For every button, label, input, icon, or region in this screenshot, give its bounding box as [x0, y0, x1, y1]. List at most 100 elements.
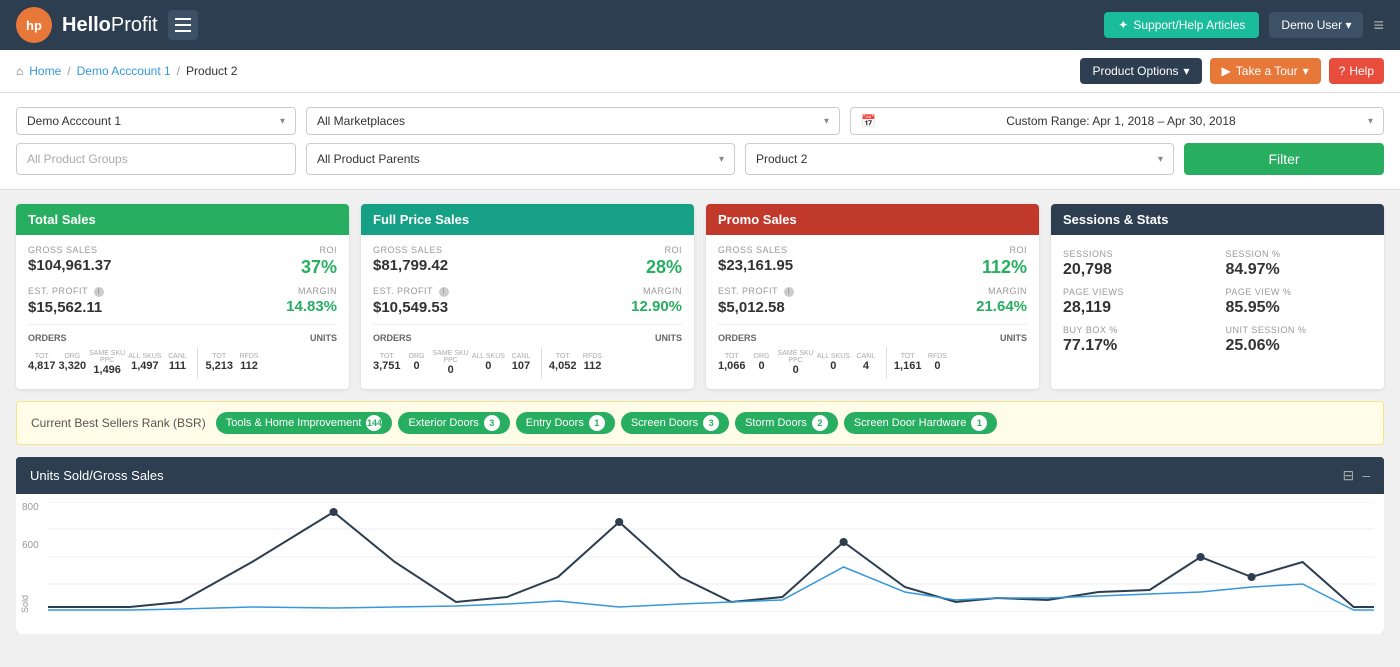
- total-sales-card: Total Sales GROSS SALES $104,961.37 ROI …: [16, 204, 349, 389]
- more-menu-icon[interactable]: ≡: [1373, 15, 1384, 36]
- account-select[interactable]: Demo Acccount 1 ▾: [16, 107, 296, 135]
- total-sales-row-2: EST. PROFIT i $15,562.11 MARGIN 14.83%: [28, 286, 337, 316]
- chevron-down-icon: ▾: [1303, 64, 1309, 78]
- filter-row-2: All Product Groups All Product Parents ▾…: [16, 143, 1384, 175]
- product-options-button[interactable]: Product Options ▾: [1080, 58, 1201, 84]
- total-sales-header: Total Sales: [16, 204, 349, 235]
- sessions-header: Sessions & Stats: [1051, 204, 1384, 235]
- breadcrumb-bar: ⌂ Home / Demo Acccount 1 / Product 2 Pro…: [0, 50, 1400, 93]
- bsr-tag-screen: Screen Doors 3: [621, 412, 729, 434]
- vertical-divider: [197, 347, 198, 379]
- full-price-sales-header: Full Price Sales: [361, 204, 694, 235]
- info-icon: i: [439, 287, 449, 297]
- info-icon: i: [94, 287, 104, 297]
- roi-label: ROI: [183, 245, 338, 255]
- y-axis-600: 600: [22, 540, 39, 551]
- promo-roi-item: ROI 112%: [873, 245, 1028, 278]
- chart-controls[interactable]: ⊟ –: [1342, 467, 1370, 484]
- total-sales-row-1: GROSS SALES $104,961.37 ROI 37%: [28, 245, 337, 278]
- breadcrumb-current: Product 2: [186, 64, 237, 78]
- est-profit-label: EST. PROFIT i: [28, 286, 183, 297]
- fp-roi-item: ROI 28%: [528, 245, 683, 278]
- gross-sales-item: GROSS SALES $104,961.37: [28, 245, 183, 274]
- product-groups-select[interactable]: All Product Groups: [16, 143, 296, 175]
- marketplaces-select[interactable]: All Marketplaces ▾: [306, 107, 840, 135]
- home-icon: ⌂: [16, 64, 23, 78]
- total-sales-body: GROSS SALES $104,961.37 ROI 37% EST. PRO…: [16, 235, 349, 389]
- est-profit-value: $15,562.11: [28, 299, 183, 316]
- filter-row-1: Demo Acccount 1 ▾ All Marketplaces ▾ 📅 C…: [16, 107, 1384, 135]
- take-tour-button[interactable]: ▶ Take a Tour ▾: [1210, 58, 1321, 84]
- main-content: Total Sales GROSS SALES $104,961.37 ROI …: [0, 190, 1400, 648]
- chevron-down-icon: ▾: [1158, 154, 1163, 165]
- bsr-tags: Tools & Home Improvement 144 Exterior Do…: [216, 412, 998, 434]
- date-range-select[interactable]: 📅 Custom Range: Apr 1, 2018 – Apr 30, 20…: [850, 107, 1384, 135]
- chart-header: Units Sold/Gross Sales ⊟ –: [16, 457, 1384, 494]
- full-price-sales-body: GROSS SALES $81,799.42 ROI 28% EST. PROF…: [361, 235, 694, 389]
- logo-area: hp HelloProfit: [16, 7, 198, 43]
- header-right: ✦ Support/Help Articles Demo User ▾ ≡: [1104, 12, 1384, 38]
- orders-values: TOT 4,817 ORG 3,320 SAME SKU PPC 1,496: [28, 347, 337, 379]
- same-sku-group: SAME SKU PPC 1,496: [89, 350, 125, 376]
- bsr-section: Current Best Sellers Rank (BSR) Tools & …: [16, 401, 1384, 445]
- unit-session-item: UNIT SESSION % 25.06%: [1226, 325, 1373, 355]
- chevron-down-icon: ▾: [824, 116, 829, 127]
- star-icon: ✦: [1118, 18, 1128, 32]
- canl-orders: CANL 111: [164, 353, 190, 372]
- hamburger-menu[interactable]: [168, 10, 198, 40]
- y-axis-800: 800: [22, 502, 39, 513]
- logo-text: HelloProfit: [62, 14, 158, 37]
- product-2-select[interactable]: Product 2 ▾: [745, 143, 1174, 175]
- roi-value: 37%: [183, 257, 338, 278]
- sessions-item: SESSIONS 20,798: [1063, 249, 1210, 279]
- gross-sales-label: GROSS SALES: [28, 245, 183, 255]
- promo-margin-item: MARGIN 21.64%: [873, 286, 1028, 315]
- org-orders: ORG 3,320: [59, 353, 87, 372]
- page-views-item: PAGE VIEWS 28,119: [1063, 287, 1210, 317]
- breadcrumb-account[interactable]: Demo Acccount 1: [77, 64, 171, 78]
- orders-section: ORDERS UNITS TOT 4,817 ORG 3,320: [28, 324, 337, 379]
- chevron-down-icon: ▾: [1184, 64, 1190, 78]
- buy-box-item: BUY BOX % 77.17%: [1063, 325, 1210, 355]
- tot-orders: TOT 4,817: [28, 353, 56, 372]
- promo-sales-card: Promo Sales GROSS SALES $23,161.95 ROI 1…: [706, 204, 1039, 389]
- sessions-body: SESSIONS 20,798 SESSION % 84.97% PAGE VI…: [1051, 235, 1384, 369]
- page-view-pct-item: PAGE VIEW % 85.95%: [1226, 287, 1373, 317]
- bsr-label: Current Best Sellers Rank (BSR): [31, 416, 206, 430]
- margin-label: MARGIN: [183, 286, 338, 296]
- demo-user-button[interactable]: Demo User ▾: [1269, 12, 1363, 38]
- bsr-tag-exterior: Exterior Doors 3: [398, 412, 509, 434]
- promo-est-profit-item: EST. PROFIT i $5,012.58: [718, 286, 873, 316]
- fp-margin-item: MARGIN 12.90%: [528, 286, 683, 315]
- filter-button[interactable]: Filter: [1184, 143, 1384, 175]
- logo-icon: hp: [16, 7, 52, 43]
- chevron-down-icon: ▾: [280, 116, 285, 127]
- expand-icon[interactable]: ⊟: [1342, 467, 1354, 484]
- minimize-icon[interactable]: –: [1362, 467, 1370, 483]
- full-price-sales-card: Full Price Sales GROSS SALES $81,799.42 …: [361, 204, 694, 389]
- sessions-stats-card: Sessions & Stats SESSIONS 20,798 SESSION…: [1051, 204, 1384, 389]
- bsr-tag-hardware: Screen Door Hardware 1: [844, 412, 998, 434]
- top-header: hp HelloProfit ✦ Support/Help Articles D…: [0, 0, 1400, 50]
- chevron-down-icon: ▾: [1345, 18, 1351, 32]
- bsr-tag-tools: Tools & Home Improvement 144: [216, 412, 393, 434]
- hamburger-lines-icon: [175, 18, 191, 32]
- promo-orders-section: ORDERS UNITS TOT 1,066 ORG 0 SA: [718, 324, 1027, 379]
- orders-units-labels: ORDERS UNITS: [28, 333, 337, 343]
- rfds-units: RFDS 112: [236, 353, 262, 372]
- promo-sales-body: GROSS SALES $23,161.95 ROI 112% EST. PRO…: [706, 235, 1039, 389]
- fp-orders-section: ORDERS UNITS TOT 3,751 ORG 0 SA: [373, 324, 682, 379]
- tot-units: TOT 5,213: [205, 353, 233, 372]
- promo-gross-sales-item: GROSS SALES $23,161.95: [718, 245, 873, 274]
- chart-body: 800 600 Sold: [16, 494, 1384, 634]
- help-button[interactable]: ? Help: [1329, 58, 1384, 84]
- stat-cards: Total Sales GROSS SALES $104,961.37 ROI …: [16, 204, 1384, 389]
- gross-sales-value: $104,961.37: [28, 257, 183, 274]
- sessions-grid: SESSIONS 20,798 SESSION % 84.97% PAGE VI…: [1063, 245, 1372, 359]
- support-help-button[interactable]: ✦ Support/Help Articles: [1104, 12, 1259, 38]
- promo-sales-header: Promo Sales: [706, 204, 1039, 235]
- chart-section: Units Sold/Gross Sales ⊟ – 800 600 Sold: [16, 457, 1384, 634]
- product-parents-select[interactable]: All Product Parents ▾: [306, 143, 735, 175]
- breadcrumb-home[interactable]: Home: [29, 64, 61, 78]
- fp-est-profit-item: EST. PROFIT i $10,549.53: [373, 286, 528, 316]
